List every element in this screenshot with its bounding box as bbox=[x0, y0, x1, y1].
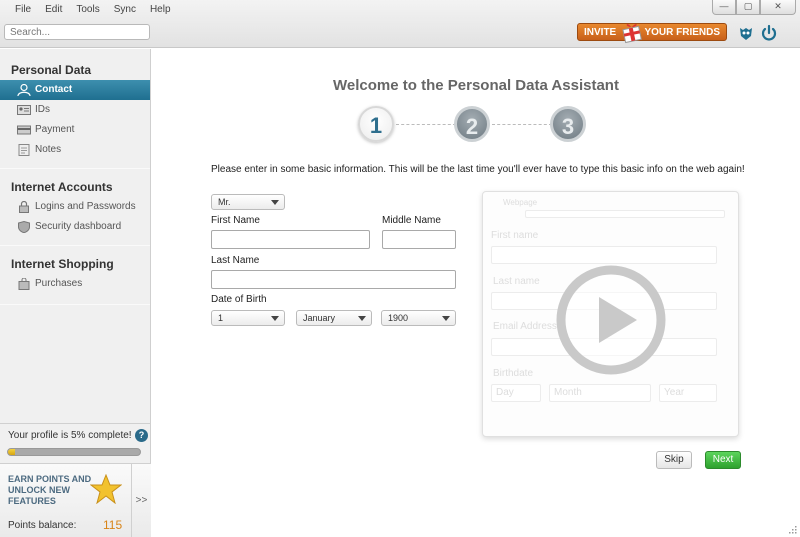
preview-last-name: Last name bbox=[493, 276, 540, 287]
preview-field: Day bbox=[491, 384, 541, 402]
step-1: 1 bbox=[358, 106, 394, 142]
sidebar-item-label: Contact bbox=[35, 84, 73, 95]
middle-name-input[interactable] bbox=[382, 230, 456, 249]
section-internet-shopping: Internet Shopping bbox=[11, 257, 114, 271]
preview-address-bar bbox=[525, 210, 725, 218]
sidebar-item-security[interactable]: Security dashboard bbox=[0, 217, 150, 237]
expand-panel-button[interactable]: >> bbox=[131, 464, 151, 537]
page-title: Welcome to the Personal Data Assistant bbox=[333, 77, 619, 94]
star-icon bbox=[90, 474, 122, 504]
step-3: 3 bbox=[550, 106, 586, 142]
video-preview[interactable]: Webpage First name Last name Email Addre… bbox=[482, 191, 739, 437]
close-button[interactable]: ✕ bbox=[760, 0, 796, 15]
menu-bar: File Edit Tools Sync Help bbox=[8, 4, 178, 16]
preview-birthdate: Birthdate bbox=[493, 368, 534, 379]
preview-field bbox=[491, 246, 717, 264]
preview-first-name: First name bbox=[491, 230, 539, 241]
owl-icon[interactable] bbox=[737, 24, 755, 42]
sidebar-divider bbox=[0, 245, 150, 246]
profile-completion-text: Your profile is 5% complete! bbox=[8, 430, 132, 441]
shopping-bag-icon bbox=[18, 278, 30, 290]
preview-month: Month bbox=[554, 387, 582, 398]
earn-points-text: EARN POINTS AND UNLOCK NEW FEATURES bbox=[8, 474, 92, 506]
preview-field: Month bbox=[549, 384, 651, 402]
sidebar-item-label: IDs bbox=[35, 104, 50, 115]
sidebar-item-label: Payment bbox=[35, 124, 75, 135]
menu-file[interactable]: File bbox=[8, 4, 38, 16]
preview-year: Year bbox=[664, 387, 685, 398]
next-button[interactable]: Next bbox=[705, 451, 741, 469]
invite-friends-button[interactable]: INVITE YOUR FRIENDS bbox=[577, 23, 727, 41]
sidebar-item-label: Notes bbox=[35, 144, 62, 155]
earn-points-panel[interactable]: EARN POINTS AND UNLOCK NEW FEATURES >> P… bbox=[0, 463, 151, 537]
dob-year-select[interactable]: 1900 bbox=[381, 310, 456, 326]
points-balance-value: 115 bbox=[103, 518, 123, 532]
intro-text: Please enter in some basic information. … bbox=[211, 164, 745, 175]
preview-field: Year bbox=[659, 384, 717, 402]
step-connector bbox=[396, 124, 456, 125]
section-internet-accounts: Internet Accounts bbox=[11, 180, 113, 194]
sidebar-item-purchases[interactable]: Purchases bbox=[0, 274, 150, 294]
dob-month-select[interactable]: January bbox=[296, 310, 372, 326]
points-balance-label: Points balance: bbox=[8, 520, 77, 531]
first-name-label: First Name bbox=[211, 215, 260, 226]
sidebar-item-ids[interactable]: IDs bbox=[0, 100, 150, 120]
sidebar-item-payment[interactable]: Payment bbox=[0, 120, 150, 140]
your-friends-label: YOUR FRIENDS bbox=[644, 26, 720, 38]
menu-edit[interactable]: Edit bbox=[38, 4, 69, 16]
step-2: 2 bbox=[454, 106, 490, 142]
person-icon bbox=[17, 84, 31, 96]
preview-day: Day bbox=[496, 387, 514, 398]
first-name-input[interactable] bbox=[211, 230, 370, 249]
sidebar: Personal Data Contact IDs Payment Notes … bbox=[0, 49, 151, 537]
main-content: Welcome to the Personal Data Assistant 1… bbox=[152, 49, 800, 537]
sidebar-item-label: Purchases bbox=[35, 278, 83, 289]
salutation-select[interactable]: Mr. bbox=[211, 194, 285, 210]
title-bar: File Edit Tools Sync Help — ▢ ✕ INVITE Y… bbox=[0, 0, 800, 48]
gift-icon bbox=[622, 24, 642, 44]
invite-label: INVITE bbox=[584, 26, 617, 38]
sidebar-item-contact[interactable]: Contact bbox=[0, 80, 150, 100]
credit-card-icon bbox=[17, 125, 31, 135]
sidebar-item-label: Security dashboard bbox=[35, 221, 122, 232]
sidebar-item-notes[interactable]: Notes bbox=[0, 140, 150, 160]
play-icon[interactable] bbox=[555, 264, 667, 376]
skip-button[interactable]: Skip bbox=[656, 451, 692, 469]
sidebar-divider bbox=[0, 168, 150, 169]
sidebar-item-logins[interactable]: Logins and Passwords bbox=[0, 197, 150, 217]
search-input[interactable] bbox=[4, 24, 150, 40]
dob-label: Date of Birth bbox=[211, 294, 267, 305]
last-name-input[interactable] bbox=[211, 270, 456, 289]
dob-day-select[interactable]: 1 bbox=[211, 310, 285, 326]
help-icon[interactable]: ? bbox=[135, 429, 148, 442]
preview-email: Email Address bbox=[493, 321, 557, 332]
notes-icon bbox=[18, 144, 30, 156]
menu-help[interactable]: Help bbox=[143, 4, 178, 16]
middle-name-label: Middle Name bbox=[382, 215, 441, 226]
preview-tab: Webpage bbox=[503, 198, 538, 207]
section-personal-data: Personal Data bbox=[11, 63, 92, 77]
profile-completion: Your profile is 5% complete! ? bbox=[0, 423, 151, 463]
menu-sync[interactable]: Sync bbox=[107, 4, 143, 16]
lock-icon bbox=[19, 201, 29, 213]
profile-progress-fill bbox=[8, 449, 15, 455]
shield-icon bbox=[18, 221, 30, 233]
maximize-button[interactable]: ▢ bbox=[736, 0, 760, 15]
resize-grip-icon[interactable] bbox=[787, 524, 797, 534]
power-icon[interactable] bbox=[760, 24, 778, 42]
window-controls: — ▢ ✕ bbox=[712, 0, 796, 15]
menu-tools[interactable]: Tools bbox=[69, 4, 106, 16]
sidebar-item-label: Logins and Passwords bbox=[35, 201, 136, 212]
profile-progress-bar bbox=[7, 448, 141, 456]
id-card-icon bbox=[17, 105, 31, 115]
last-name-label: Last Name bbox=[211, 255, 260, 266]
minimize-button[interactable]: — bbox=[712, 0, 736, 15]
step-connector bbox=[492, 124, 552, 125]
sidebar-divider bbox=[0, 304, 150, 305]
